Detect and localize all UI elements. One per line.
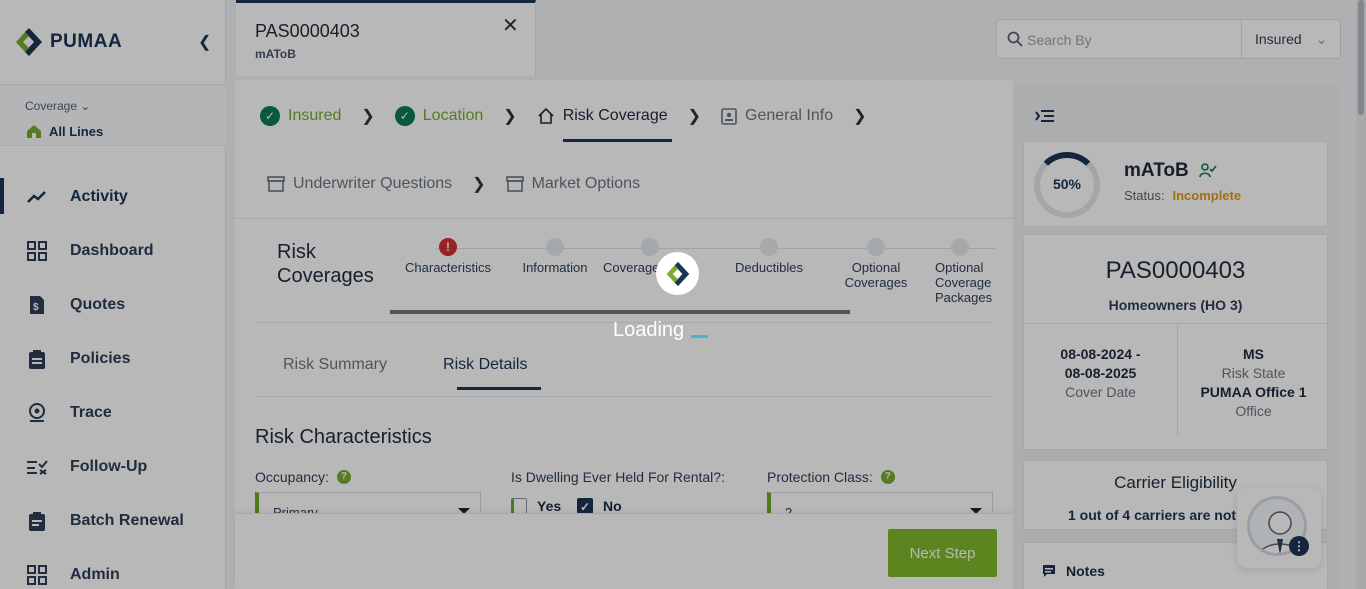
loading-overlay: Loading	[0, 0, 1366, 589]
loading-text: Loading	[613, 319, 685, 341]
pumaa-logo-icon	[666, 261, 689, 286]
loading-progress-bar	[691, 335, 708, 338]
loading-spinner	[656, 252, 699, 295]
